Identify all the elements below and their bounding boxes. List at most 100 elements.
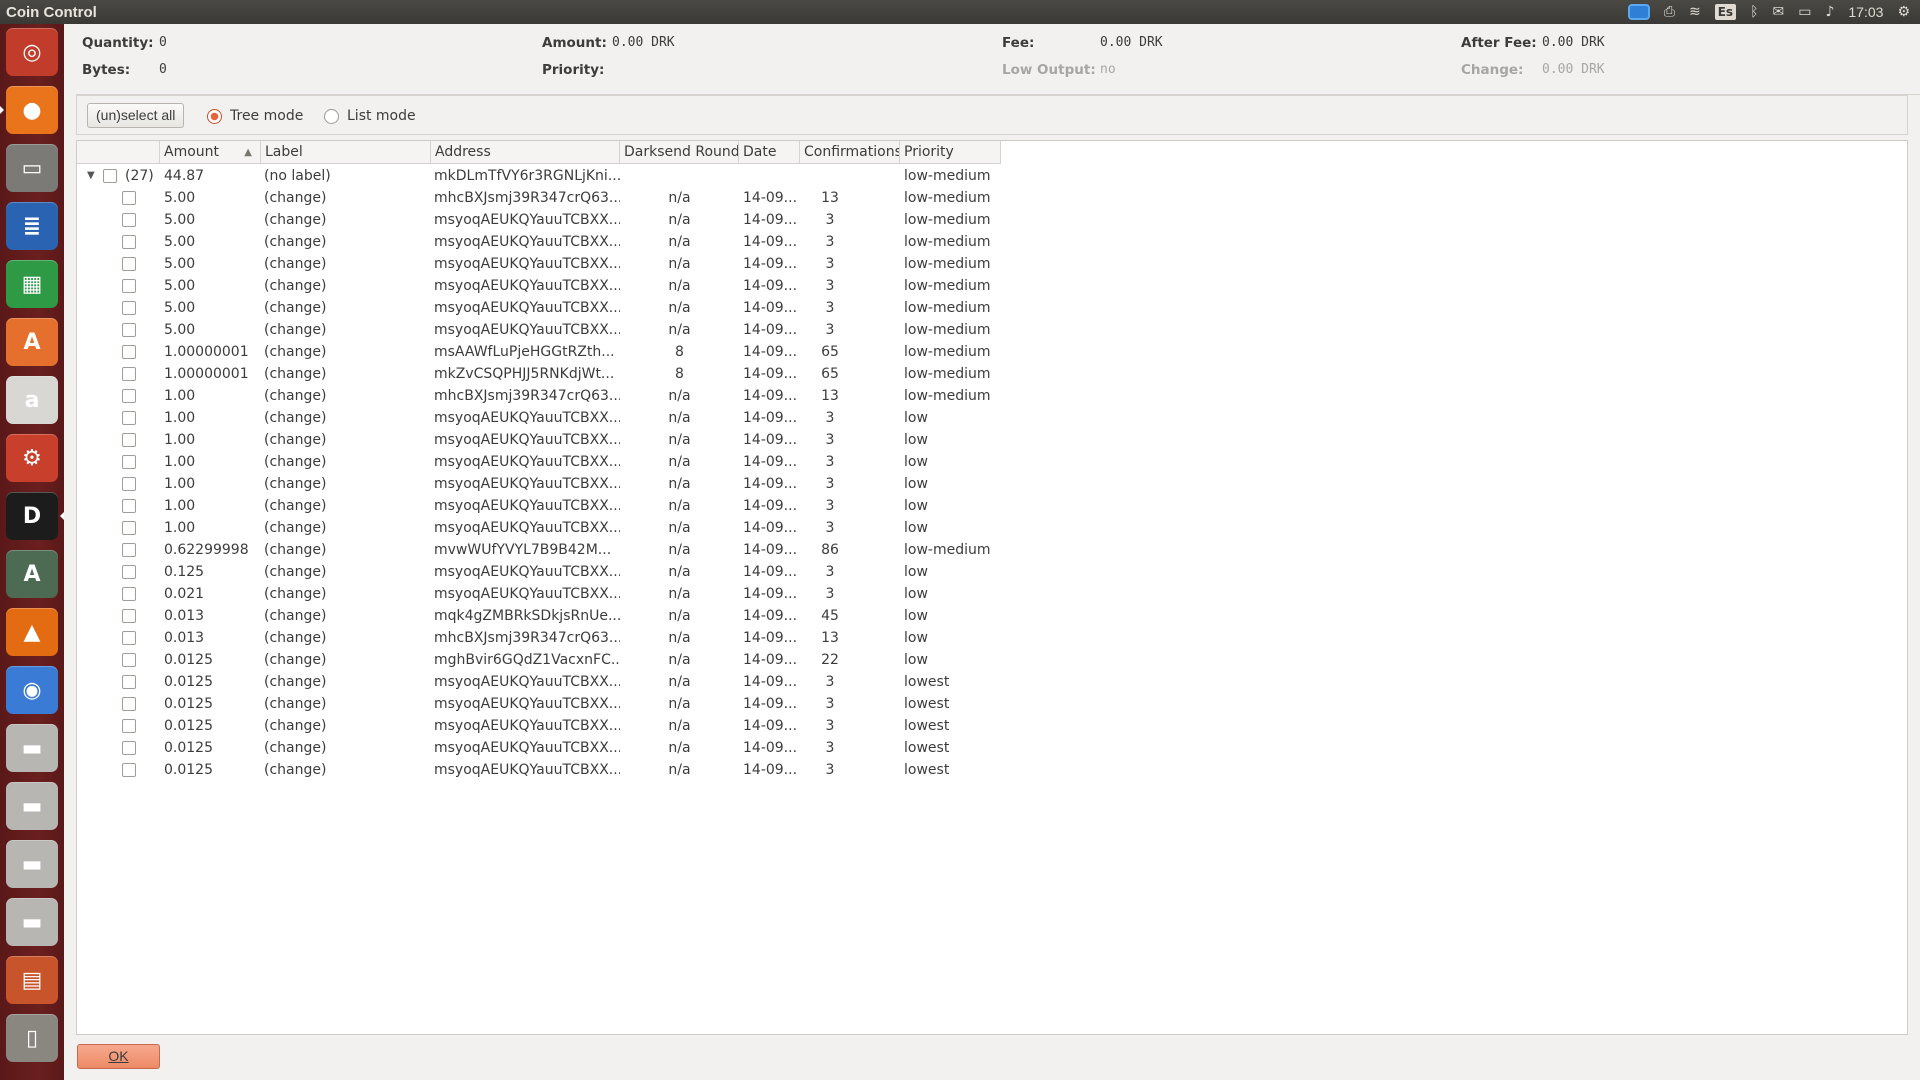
column-header-amount[interactable]: Amount ▲: [160, 141, 261, 164]
row-checkbox[interactable]: [122, 279, 136, 293]
table-row[interactable]: 1.00 (change) mhcBXJsmj39R347crQ63... n/a 14…: [77, 385, 1001, 407]
row-checkbox[interactable]: [122, 411, 136, 425]
table-row[interactable]: 0.013 (change) mqk4gZMBRkSDkjsRnUe... n/a 14…: [77, 605, 1001, 627]
column-header-address[interactable]: Address: [431, 141, 620, 164]
radio-selected-icon[interactable]: [207, 108, 222, 124]
table-row[interactable]: 1.00 (change) msyoqAEUKQYauuTCBXX... n/a 14-…: [77, 407, 1001, 429]
table-row[interactable]: 5.00 (change) msyoqAEUKQYauuTCBXX... n/a 14-…: [77, 297, 1001, 319]
launcher-item[interactable]: ◉: [6, 666, 58, 714]
table-row[interactable]: 5.00 (change) msyoqAEUKQYauuTCBXX... n/a 14-…: [77, 319, 1001, 341]
launcher-item[interactable]: ≣: [6, 202, 58, 250]
group-row[interactable]: ▼ (27) 44.87 (no label) mkDLmTfVY6r3RGNL…: [77, 165, 1001, 187]
launcher-item[interactable]: ▦: [6, 260, 58, 308]
launcher-item[interactable]: A: [6, 318, 58, 366]
list-mode-radio[interactable]: List mode: [324, 108, 416, 124]
launcher-item[interactable]: A: [6, 550, 58, 598]
table-row[interactable]: 0.0125 (change) msyoqAEUKQYauuTCBXX... n/a 1…: [77, 693, 1001, 715]
bluetooth-icon[interactable]: ᛒ: [1750, 0, 1758, 24]
unselect-all-button[interactable]: (un)select all: [87, 103, 185, 128]
column-header-label[interactable]: Label: [261, 141, 431, 164]
row-checkbox[interactable]: [122, 499, 136, 513]
launcher-item[interactable]: ◎: [6, 28, 58, 76]
row-checkbox[interactable]: [122, 455, 136, 469]
row-checkbox[interactable]: [122, 741, 136, 755]
battery-icon[interactable]: ▭: [1798, 0, 1811, 24]
clock[interactable]: 17:03: [1848, 4, 1883, 20]
table-row[interactable]: 1.00000001 (change) msAAWfLuPjeHGGtRZth...…: [77, 341, 1001, 363]
launcher-item[interactable]: ●: [0, 86, 58, 134]
table-row[interactable]: 5.00 (change) msyoqAEUKQYauuTCBXX... n/a 14-…: [77, 209, 1001, 231]
table-row[interactable]: 0.021 (change) msyoqAEUKQYauuTCBXX... n/a 14…: [77, 583, 1001, 605]
volume-icon[interactable]: ♪: [1825, 0, 1834, 24]
launcher-item[interactable]: ▲: [6, 608, 58, 656]
table-row[interactable]: 5.00 (change) msyoqAEUKQYauuTCBXX... n/a 14-…: [77, 253, 1001, 275]
launcher-item[interactable]: D: [6, 492, 64, 540]
row-checkbox[interactable]: [122, 345, 136, 359]
column-header-priority[interactable]: Priority: [900, 141, 1001, 164]
table-row[interactable]: 0.0125 (change) msyoqAEUKQYauuTCBXX... n/a 1…: [77, 671, 1001, 693]
launcher-item[interactable]: ▬: [6, 840, 58, 888]
column-header-select[interactable]: [77, 141, 160, 164]
row-checkbox[interactable]: [122, 565, 136, 579]
row-checkbox[interactable]: [122, 653, 136, 667]
column-header-date[interactable]: Date: [739, 141, 800, 164]
row-checkbox[interactable]: [122, 389, 136, 403]
row-checkbox[interactable]: [122, 675, 136, 689]
table-row[interactable]: 1.00 (change) msyoqAEUKQYauuTCBXX... n/a 14-…: [77, 495, 1001, 517]
table-row[interactable]: 0.0125 (change) msyoqAEUKQYauuTCBXX... n/a 1…: [77, 737, 1001, 759]
table-row[interactable]: 0.0125 (change) msyoqAEUKQYauuTCBXX... n/a 1…: [77, 759, 1001, 781]
keyboard-layout-indicator[interactable]: Es: [1714, 4, 1737, 20]
launcher-item[interactable]: ▬: [6, 782, 58, 830]
row-checkbox[interactable]: [122, 763, 136, 777]
wifi-icon[interactable]: ≋: [1689, 0, 1701, 24]
row-checkbox[interactable]: [122, 543, 136, 557]
launcher-item[interactable]: ▬: [6, 724, 58, 772]
launcher-item[interactable]: ▭: [6, 144, 58, 192]
launcher-item[interactable]: ▯: [6, 1014, 58, 1062]
launcher-item[interactable]: ▤: [6, 956, 58, 1004]
row-checkbox[interactable]: [122, 521, 136, 535]
table-row[interactable]: 1.00 (change) msyoqAEUKQYauuTCBXX... n/a 14-…: [77, 429, 1001, 451]
row-checkbox[interactable]: [122, 301, 136, 315]
ok-button[interactable]: OK: [77, 1044, 160, 1069]
dropbox-indicator-icon[interactable]: [1627, 4, 1650, 20]
expander-open-icon[interactable]: ▼: [87, 165, 95, 187]
row-checkbox[interactable]: [122, 609, 136, 623]
row-checkbox[interactable]: [122, 235, 136, 249]
launcher-item[interactable]: ⚙: [6, 434, 58, 482]
table-row[interactable]: 1.00 (change) msyoqAEUKQYauuTCBXX... n/a 14-…: [77, 451, 1001, 473]
tree-mode-radio[interactable]: Tree mode: [207, 108, 303, 124]
column-header-confirmations[interactable]: Confirmations: [800, 141, 900, 164]
group-checkbox[interactable]: [103, 169, 117, 183]
launcher-item[interactable]: a: [6, 376, 58, 424]
table-row[interactable]: 5.00 (change) mhcBXJsmj39R347crQ63... n/a 14…: [77, 187, 1001, 209]
gear-icon[interactable]: ⚙: [1897, 0, 1910, 24]
table-row[interactable]: 0.0125 (change) mghBvir6GQdZ1VacxnFC... n/a…: [77, 649, 1001, 671]
table-row[interactable]: 0.0125 (change) msyoqAEUKQYauuTCBXX... n/a 1…: [77, 715, 1001, 737]
row-checkbox[interactable]: [122, 191, 136, 205]
launcher-item[interactable]: ▬: [6, 898, 58, 946]
printer-icon[interactable]: ⎙: [1664, 0, 1675, 24]
row-checkbox[interactable]: [122, 257, 136, 271]
row-checkbox[interactable]: [122, 433, 136, 447]
table-row[interactable]: 0.62299998 (change) mvwWUfYVYL7B9B42M... n/…: [77, 539, 1001, 561]
table-row[interactable]: 0.125 (change) msyoqAEUKQYauuTCBXX... n/a 14…: [77, 561, 1001, 583]
row-checkbox[interactable]: [122, 323, 136, 337]
table-row[interactable]: 1.00 (change) msyoqAEUKQYauuTCBXX... n/a 14-…: [77, 517, 1001, 539]
coin-tree-view[interactable]: Amount ▲ Label Address Darksend Rounds Da…: [76, 140, 1908, 1035]
row-checkbox[interactable]: [122, 631, 136, 645]
column-header-darksend-rounds[interactable]: Darksend Rounds: [620, 141, 739, 164]
row-checkbox[interactable]: [122, 587, 136, 601]
table-row[interactable]: 1.00 (change) msyoqAEUKQYauuTCBXX... n/a 14-…: [77, 473, 1001, 495]
table-row[interactable]: 5.00 (change) msyoqAEUKQYauuTCBXX... n/a 14-…: [77, 275, 1001, 297]
radio-unselected-icon[interactable]: [324, 108, 339, 124]
table-row[interactable]: 0.013 (change) mhcBXJsmj39R347crQ63... n/a 1…: [77, 627, 1001, 649]
mail-icon[interactable]: ✉: [1772, 0, 1784, 24]
row-checkbox[interactable]: [122, 367, 136, 381]
row-checkbox[interactable]: [122, 697, 136, 711]
table-row[interactable]: 5.00 (change) msyoqAEUKQYauuTCBXX... n/a 14-…: [77, 231, 1001, 253]
row-checkbox[interactable]: [122, 477, 136, 491]
table-row[interactable]: 1.00000001 (change) mkZvCSQPHJJ5RNKdjWt...…: [77, 363, 1001, 385]
row-checkbox[interactable]: [122, 719, 136, 733]
row-checkbox[interactable]: [122, 213, 136, 227]
